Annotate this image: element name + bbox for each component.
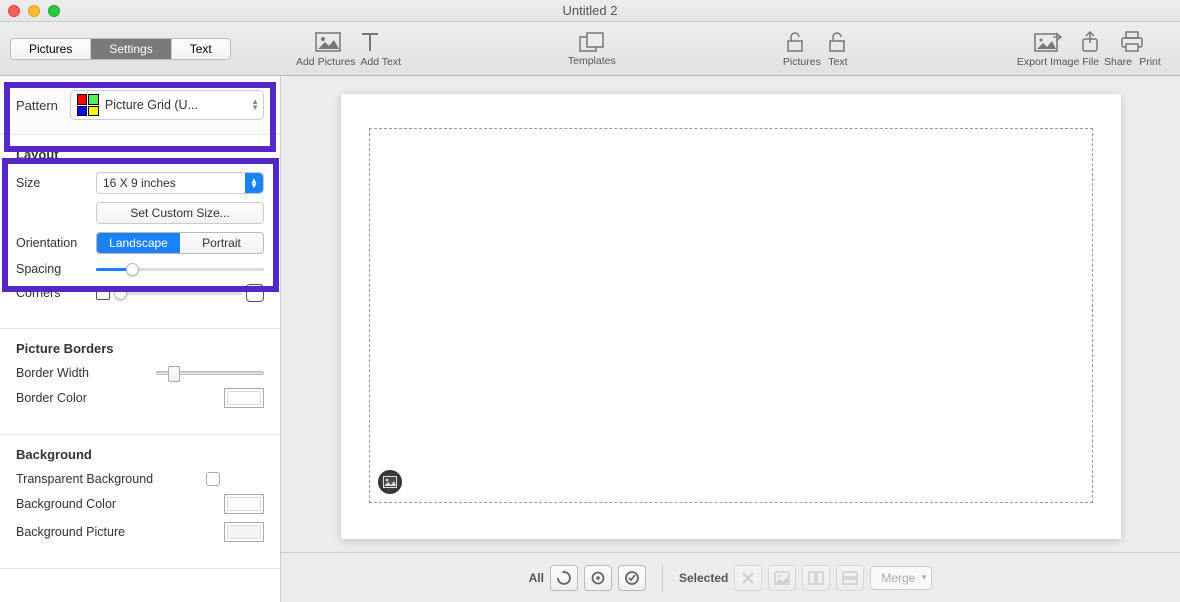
- add-pictures-label: Add Pictures: [295, 56, 357, 68]
- orientation-portrait[interactable]: Portrait: [180, 233, 263, 253]
- settings-sidebar: Pattern Picture Grid (U... ▲▼ Layout Siz…: [0, 76, 281, 602]
- transparent-bg-label: Transparent Background: [16, 472, 206, 486]
- background-picture-label: Background Picture: [16, 525, 176, 539]
- select-arrow-icon: ▲▼: [245, 173, 263, 193]
- tab-text[interactable]: Text: [172, 39, 230, 59]
- tab-settings[interactable]: Settings: [91, 39, 171, 59]
- tb-group-templates: Templates: [568, 31, 616, 67]
- lock-text-label: Text: [825, 56, 851, 68]
- size-value: 16 X 9 inches: [103, 176, 176, 190]
- titlebar: Untitled 2: [0, 0, 1180, 22]
- image-placeholder-icon[interactable]: [378, 470, 402, 494]
- corners-slider[interactable]: [114, 292, 242, 295]
- background-section: Background Transparent Background Backgr…: [0, 435, 280, 569]
- toolbar: Pictures Settings Text Add Pictures Add …: [0, 22, 1180, 76]
- add-pictures-icon[interactable]: [314, 30, 342, 54]
- size-label: Size: [16, 176, 96, 190]
- pattern-value: Picture Grid (U...: [105, 98, 198, 112]
- borders-title: Picture Borders: [16, 341, 264, 356]
- corners-label: Corners: [16, 286, 96, 300]
- templates-label: Templates: [568, 55, 616, 67]
- image-selected-button[interactable]: [768, 565, 796, 591]
- page-canvas[interactable]: [341, 94, 1121, 539]
- spacing-slider[interactable]: [96, 268, 264, 271]
- drop-zone[interactable]: [369, 128, 1093, 503]
- tb-group-add: Add Pictures Add Text: [295, 30, 403, 68]
- selected-label: Selected: [679, 571, 728, 585]
- background-picture-well[interactable]: [224, 522, 264, 542]
- tb-group-export: Export Image File Share Print: [1016, 30, 1164, 68]
- border-width-label: Border Width: [16, 366, 156, 380]
- bottom-all-group: All: [529, 565, 646, 591]
- export-image-icon[interactable]: [1034, 30, 1062, 54]
- sidebar-tab-switcher: Pictures Settings Text: [10, 38, 231, 60]
- border-color-well[interactable]: [224, 388, 264, 408]
- merge-dropdown[interactable]: Merge: [870, 566, 932, 590]
- window-title: Untitled 2: [0, 3, 1180, 18]
- tb-group-lock: Pictures Text: [781, 30, 851, 68]
- pattern-label: Pattern: [16, 98, 58, 113]
- split-h-button[interactable]: [836, 565, 864, 591]
- corners-min-icon: [96, 286, 110, 300]
- orientation-label: Orientation: [16, 236, 96, 250]
- pattern-dropdown[interactable]: Picture Grid (U... ▲▼: [70, 90, 264, 120]
- pattern-row: Pattern Picture Grid (U... ▲▼: [0, 76, 280, 135]
- all-label: All: [529, 571, 544, 585]
- templates-icon[interactable]: [578, 31, 606, 55]
- delete-selected-button[interactable]: [734, 565, 762, 591]
- share-label: Share: [1102, 56, 1134, 68]
- apply-all-button[interactable]: [618, 565, 646, 591]
- rotate-each-button[interactable]: [584, 565, 612, 591]
- borders-section: Picture Borders Border Width Border Colo…: [0, 329, 280, 435]
- print-label: Print: [1136, 56, 1164, 68]
- add-text-label: Add Text: [359, 56, 403, 68]
- layout-section: Layout Size 16 X 9 inches ▲▼ Set Custom …: [0, 135, 280, 329]
- share-icon[interactable]: [1076, 30, 1104, 54]
- lock-pictures-label: Pictures: [781, 56, 823, 68]
- transparent-bg-checkbox[interactable]: [206, 472, 220, 486]
- updown-arrows-icon: ▲▼: [251, 99, 259, 111]
- add-text-icon[interactable]: [356, 30, 384, 54]
- background-color-well[interactable]: [224, 494, 264, 514]
- layout-title: Layout: [16, 147, 264, 162]
- size-select[interactable]: 16 X 9 inches ▲▼: [96, 172, 264, 194]
- pattern-grid-icon: [77, 94, 99, 116]
- border-color-label: Border Color: [16, 391, 156, 405]
- lock-text-icon[interactable]: [823, 30, 851, 54]
- orientation-landscape[interactable]: Landscape: [97, 233, 180, 253]
- lock-pictures-icon[interactable]: [781, 30, 809, 54]
- background-title: Background: [16, 447, 264, 462]
- background-color-label: Background Color: [16, 497, 176, 511]
- divider: [662, 564, 663, 592]
- bottom-bar: All Selected Merge: [281, 552, 1180, 602]
- orientation-segmented: Landscape Portrait: [96, 232, 264, 254]
- rotate-all-button[interactable]: [550, 565, 578, 591]
- export-label: Export Image File: [1016, 56, 1100, 68]
- spacing-label: Spacing: [16, 262, 96, 276]
- border-width-slider[interactable]: [156, 371, 264, 375]
- print-icon[interactable]: [1118, 30, 1146, 54]
- canvas-area: [281, 76, 1180, 552]
- corners-max-icon: [246, 284, 264, 302]
- split-v-button[interactable]: [802, 565, 830, 591]
- set-custom-size-button[interactable]: Set Custom Size...: [96, 202, 264, 224]
- bottom-selected-group: Selected Merge: [679, 565, 932, 591]
- tab-pictures[interactable]: Pictures: [11, 39, 91, 59]
